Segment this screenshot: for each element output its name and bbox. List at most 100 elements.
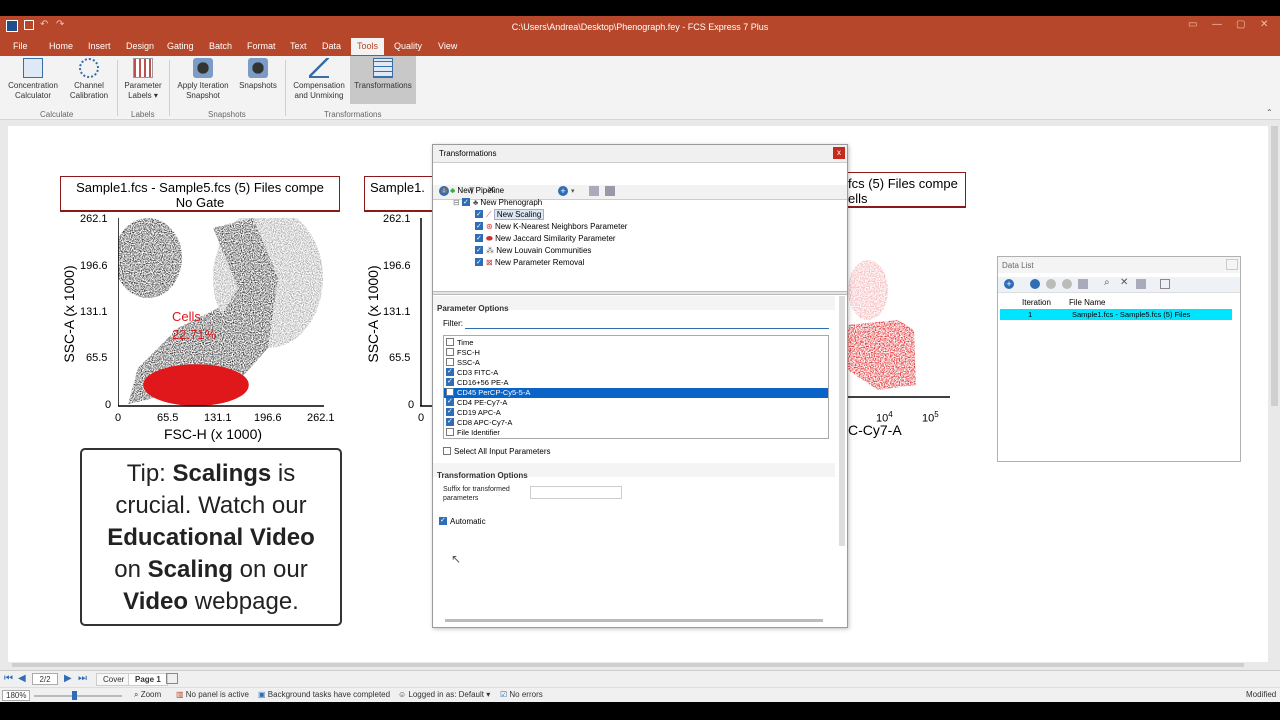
- menu-format[interactable]: Format: [247, 41, 276, 51]
- parameter-item[interactable]: CD8 APC-Cy7-A: [444, 417, 828, 428]
- copy-icon[interactable]: [1078, 279, 1088, 289]
- tree-collapse-icon[interactable]: ⊟: [453, 198, 460, 207]
- settings-icon[interactable]: [1160, 279, 1170, 289]
- parameter-checkbox[interactable]: [446, 377, 454, 387]
- transformations-button[interactable]: Transformations: [350, 56, 416, 104]
- parameter-labels-button[interactable]: Parameter Labels ▾: [120, 58, 166, 101]
- parameter-checkbox[interactable]: [446, 348, 454, 356]
- apply-iteration-snapshot-button[interactable]: Apply Iteration Snapshot: [172, 58, 234, 101]
- menu-insert[interactable]: Insert: [88, 41, 111, 51]
- parameter-item-selected[interactable]: CD45 PerCP-Cy5-5-A: [444, 388, 828, 398]
- collapse-ribbon-icon[interactable]: ⌃: [1266, 108, 1273, 117]
- move-up-icon[interactable]: [1046, 279, 1056, 289]
- horizontal-scrollbar[interactable]: [12, 663, 1244, 667]
- menu-design[interactable]: Design: [126, 41, 154, 51]
- refresh-icon[interactable]: [1030, 279, 1040, 289]
- tree-checkbox[interactable]: [475, 209, 483, 220]
- page-indicator-input[interactable]: 2/2: [32, 673, 58, 685]
- select-all-row[interactable]: Select All Input Parameters: [443, 447, 551, 456]
- parameter-checkbox[interactable]: [446, 417, 454, 427]
- search-icon[interactable]: ⌕: [1104, 277, 1110, 288]
- tree-checkbox[interactable]: [475, 221, 483, 232]
- menu-view[interactable]: View: [438, 41, 457, 51]
- data-list-close-button[interactable]: [1226, 259, 1238, 270]
- parameter-item[interactable]: FSC-H: [444, 348, 828, 358]
- move-down-icon[interactable]: [1062, 279, 1072, 289]
- first-page-icon[interactable]: ⏮: [4, 673, 13, 684]
- parameter-checkbox[interactable]: [446, 358, 454, 366]
- tree-checkbox[interactable]: [475, 245, 483, 256]
- minimize-button[interactable]: —: [1212, 19, 1222, 30]
- zoom-value[interactable]: 180%: [2, 690, 31, 701]
- tree-collapse-icon[interactable]: ⊟: [441, 186, 448, 195]
- plot1-scatter[interactable]: [118, 218, 324, 408]
- compensation-button[interactable]: Compensation and Unmixing: [290, 58, 348, 101]
- menu-gating[interactable]: Gating: [167, 41, 194, 51]
- tree-item-phenograph[interactable]: ⊟ ♣ New Phenograph: [453, 197, 542, 208]
- parameter-checkbox[interactable]: [446, 388, 454, 396]
- menu-data[interactable]: Data: [322, 41, 341, 51]
- parameter-item[interactable]: SSC-A: [444, 358, 828, 368]
- parameter-item[interactable]: File Identifier: [444, 428, 828, 438]
- options-icon[interactable]: [1136, 279, 1146, 289]
- dialog-close-button[interactable]: x: [833, 147, 845, 159]
- maximize-button[interactable]: ▢: [1236, 19, 1245, 30]
- dialog-hscrollbar[interactable]: [445, 619, 823, 622]
- tree-item-removal[interactable]: ⊠ New Parameter Removal: [475, 257, 584, 268]
- select-all-checkbox[interactable]: [443, 447, 451, 455]
- plot3-title-box[interactable]: fcs (5) Files compe ells: [848, 172, 966, 208]
- parameter-checkbox[interactable]: [446, 428, 454, 436]
- tree-item-scaling[interactable]: ⟋ New Scaling: [475, 209, 545, 220]
- plot1-title-box[interactable]: Sample1.fcs - Sample5.fcs (5) Files comp…: [60, 176, 340, 212]
- parameter-item[interactable]: CD16+56 PE-A: [444, 377, 828, 388]
- parameter-checkbox[interactable]: [446, 397, 454, 407]
- parameter-item[interactable]: CD19 APC-A: [444, 407, 828, 418]
- vertical-scrollbar[interactable]: [1271, 126, 1278, 406]
- tab-page-1[interactable]: Page 1: [128, 673, 168, 686]
- tree-item-jaccard[interactable]: ⬬ New Jaccard Similarity Parameter: [475, 233, 616, 244]
- data-list-row[interactable]: 1 Sample1.fcs - Sample5.fcs (5) Files: [1000, 309, 1232, 320]
- dialog-splitter[interactable]: [433, 291, 847, 295]
- suffix-input[interactable]: [530, 486, 622, 499]
- last-page-icon[interactable]: ⏭: [78, 673, 87, 684]
- parameter-item[interactable]: Time: [444, 338, 828, 348]
- tree-item-pipeline[interactable]: ⊟ ♣ New Pipeline: [441, 185, 504, 196]
- parameter-checkbox[interactable]: [446, 367, 454, 377]
- snapshots-button[interactable]: Snapshots: [236, 58, 280, 91]
- menu-text[interactable]: Text: [290, 41, 307, 51]
- add-page-icon[interactable]: [166, 673, 178, 684]
- delete-icon[interactable]: ✕: [1120, 277, 1128, 288]
- close-window-button[interactable]: ✕: [1260, 19, 1268, 30]
- channel-calibration-button[interactable]: Channel Calibration: [64, 58, 114, 101]
- tree-checkbox[interactable]: [475, 233, 483, 244]
- automatic-row[interactable]: Automatic: [439, 516, 486, 526]
- menu-tools[interactable]: Tools: [351, 38, 385, 55]
- menu-quality[interactable]: Quality: [394, 41, 422, 51]
- column-header-filename[interactable]: File Name: [1069, 298, 1105, 307]
- zoom-slider-track[interactable]: [34, 695, 122, 697]
- tree-item-knn[interactable]: ⊛ New K-Nearest Neighbors Parameter: [475, 221, 627, 232]
- menu-home[interactable]: Home: [49, 41, 73, 51]
- menu-batch[interactable]: Batch: [209, 41, 232, 51]
- plot3-scatter[interactable]: [848, 250, 952, 406]
- add-icon[interactable]: +: [1004, 279, 1014, 289]
- automatic-checkbox[interactable]: [439, 516, 447, 525]
- parameter-checkbox[interactable]: [446, 338, 454, 346]
- filter-input[interactable]: [465, 316, 829, 329]
- prev-page-icon[interactable]: ◀: [18, 673, 26, 684]
- parameter-item[interactable]: CD3 FITC-A: [444, 367, 828, 378]
- tab-cover[interactable]: Cover: [96, 673, 132, 686]
- zoom-slider-thumb[interactable]: [72, 691, 77, 700]
- next-page-icon[interactable]: ▶: [64, 673, 72, 684]
- zoom-control[interactable]: ⌕ Zoom: [134, 690, 161, 700]
- tree-checkbox[interactable]: [475, 257, 483, 268]
- parameter-item[interactable]: CD4 PE-Cy7-A: [444, 397, 828, 408]
- ribbon-display-icon[interactable]: ▭: [1188, 19, 1197, 30]
- parameter-list[interactable]: Time FSC-H SSC-A CD3 FITC-A CD16+56 PE-A…: [443, 335, 829, 439]
- parameter-checkbox[interactable]: [446, 407, 454, 417]
- menu-file[interactable]: File: [13, 41, 28, 51]
- login-status[interactable]: ☺ Logged in as: Default ▾: [398, 690, 490, 699]
- concentration-calculator-button[interactable]: Concentration Calculator: [6, 58, 60, 101]
- tip-textbox[interactable]: Tip: Scalings is crucial. Watch our Educ…: [80, 448, 342, 626]
- plot2-title-box[interactable]: Sample1.: [364, 176, 434, 212]
